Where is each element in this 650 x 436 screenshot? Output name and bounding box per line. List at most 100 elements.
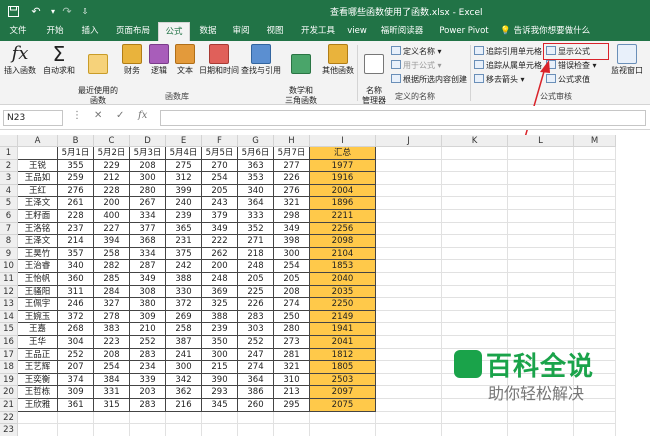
tab-formulas[interactable]: 公式 <box>158 22 190 41</box>
autosum-button[interactable]: Σ 自动求和 <box>42 44 76 76</box>
table-cell[interactable] <box>376 247 442 261</box>
table-cell[interactable] <box>442 323 508 336</box>
table-cell[interactable] <box>376 235 442 248</box>
table-cell[interactable]: 300 <box>130 172 166 185</box>
table-cell[interactable]: 300 <box>166 361 202 374</box>
summary-cell[interactable]: 1853 <box>310 260 376 273</box>
summary-cell[interactable]: 2211 <box>310 210 376 223</box>
table-cell[interactable]: 340 <box>238 184 274 198</box>
table-cell[interactable] <box>442 298 508 311</box>
table-cell[interactable] <box>376 184 442 198</box>
summary-cell[interactable]: 1941 <box>310 323 376 336</box>
table-cell[interactable]: 340 <box>58 260 94 273</box>
table-cell[interactable]: 王泽文 <box>18 235 58 248</box>
table-cell[interactable] <box>442 172 508 185</box>
table-cell[interactable]: 321 <box>274 361 310 374</box>
table-cell[interactable]: 王哲栋 <box>18 386 58 399</box>
table-cell[interactable]: 365 <box>166 222 202 236</box>
table-cell[interactable]: 252 <box>130 336 166 349</box>
table-cell[interactable]: 215 <box>202 361 238 374</box>
redo-icon[interactable]: ↷ <box>60 3 74 19</box>
column-header[interactable]: H <box>274 135 310 147</box>
table-cell[interactable]: 262 <box>202 247 238 261</box>
table-cell[interactable] <box>574 310 616 324</box>
table-cell[interactable]: 259 <box>58 172 94 185</box>
table-cell[interactable]: 330 <box>166 285 202 299</box>
column-header[interactable]: K <box>442 135 508 147</box>
table-cell[interactable]: 212 <box>94 172 130 185</box>
table-cell[interactable]: 271 <box>238 235 274 248</box>
column-header[interactable]: C <box>94 135 130 147</box>
table-cell[interactable]: 229 <box>94 159 130 173</box>
header-cell[interactable]: 5月6日 <box>238 147 274 160</box>
table-cell[interactable]: 282 <box>94 260 130 273</box>
table-cell[interactable] <box>274 424 310 436</box>
row-header[interactable]: 9 <box>0 247 18 261</box>
table-cell[interactable]: 252 <box>58 348 94 362</box>
table-cell[interactable]: 260 <box>238 399 274 412</box>
table-cell[interactable]: 王骚阳 <box>18 285 58 299</box>
table-cell[interactable]: 王艺辉 <box>18 361 58 374</box>
summary-cell[interactable]: 2040 <box>310 273 376 286</box>
table-cell[interactable] <box>574 424 616 436</box>
table-cell[interactable] <box>508 184 574 198</box>
table-cell[interactable]: 283 <box>238 310 274 324</box>
row-header[interactable]: 15 <box>0 323 18 336</box>
create-from-selection-button[interactable]: 根据所选内容创建 <box>391 74 467 86</box>
table-cell[interactable]: 228 <box>94 184 130 198</box>
table-cell[interactable]: 333 <box>238 210 274 223</box>
table-cell[interactable]: 248 <box>238 260 274 273</box>
table-cell[interactable]: 304 <box>58 336 94 349</box>
table-cell[interactable] <box>376 399 442 412</box>
table-cell[interactable]: 361 <box>58 399 94 412</box>
table-cell[interactable]: 287 <box>130 260 166 273</box>
table-cell[interactable]: 350 <box>202 336 238 349</box>
text-button[interactable]: 文本 <box>173 44 197 76</box>
summary-cell[interactable]: 1916 <box>310 172 376 185</box>
table-cell[interactable]: 345 <box>202 399 238 412</box>
summary-cell[interactable]: 1805 <box>310 361 376 374</box>
table-cell[interactable] <box>574 197 616 210</box>
summary-cell[interactable]: 2041 <box>310 336 376 349</box>
table-cell[interactable]: 237 <box>58 222 94 236</box>
table-cell[interactable] <box>508 424 574 436</box>
table-cell[interactable]: 388 <box>166 273 202 286</box>
table-cell[interactable]: 331 <box>94 386 130 399</box>
table-cell[interactable] <box>202 411 238 425</box>
tab-view-en[interactable]: view <box>344 22 370 41</box>
table-cell[interactable]: 274 <box>238 361 274 374</box>
table-cell[interactable] <box>310 411 376 425</box>
table-cell[interactable]: 268 <box>58 323 94 336</box>
table-cell[interactable]: 239 <box>202 323 238 336</box>
undo-icon[interactable]: ↶ <box>28 3 44 19</box>
column-header[interactable]: J <box>376 135 442 147</box>
tell-me-search[interactable]: 💡 告诉我你想要做什么 <box>500 22 590 41</box>
table-cell[interactable]: 254 <box>94 361 130 374</box>
table-cell[interactable] <box>574 411 616 425</box>
table-cell[interactable] <box>574 273 616 286</box>
table-cell[interactable] <box>376 222 442 236</box>
table-cell[interactable]: 222 <box>202 235 238 248</box>
table-cell[interactable]: 310 <box>274 373 310 387</box>
table-cell[interactable]: 369 <box>202 285 238 299</box>
table-cell[interactable]: 227 <box>94 222 130 236</box>
table-cell[interactable]: 334 <box>130 247 166 261</box>
table-cell[interactable]: 228 <box>58 210 94 223</box>
table-cell[interactable]: 295 <box>274 399 310 412</box>
table-cell[interactable]: 380 <box>130 298 166 311</box>
table-cell[interactable]: 226 <box>274 172 310 185</box>
table-cell[interactable]: 234 <box>130 361 166 374</box>
table-cell[interactable]: 276 <box>274 184 310 198</box>
tab-developer[interactable]: 开发工具 <box>295 22 341 41</box>
row-header[interactable]: 11 <box>0 273 18 286</box>
table-cell[interactable]: 325 <box>202 298 238 311</box>
table-cell[interactable]: 207 <box>58 361 94 374</box>
table-cell[interactable]: 242 <box>166 260 202 273</box>
summary-cell[interactable]: 2104 <box>310 247 376 261</box>
table-cell[interactable] <box>130 411 166 425</box>
table-cell[interactable]: 342 <box>166 373 202 387</box>
table-cell[interactable]: 309 <box>58 386 94 399</box>
summary-cell[interactable]: 1896 <box>310 197 376 210</box>
column-header[interactable]: M <box>574 135 616 147</box>
column-header[interactable]: E <box>166 135 202 147</box>
